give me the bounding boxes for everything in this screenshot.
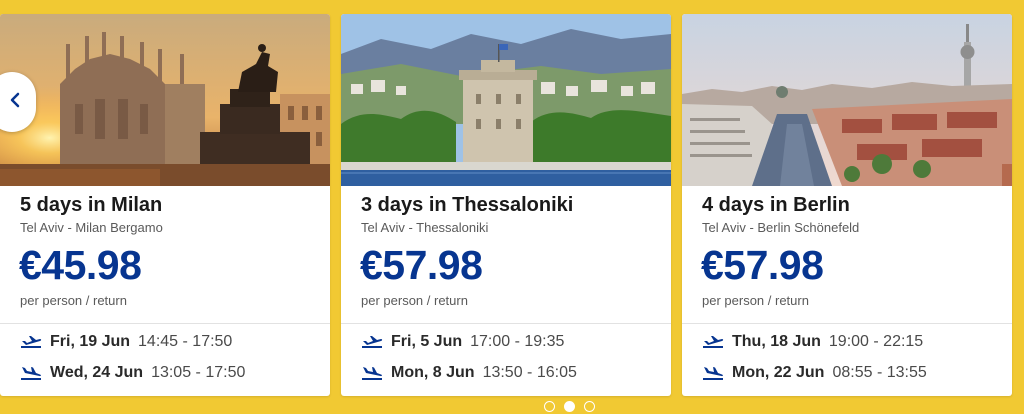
plane-takeoff-icon	[361, 333, 383, 351]
plane-landing-icon	[20, 364, 42, 382]
card-price: €57.98	[360, 242, 483, 288]
thessaloniki-photo	[341, 14, 671, 186]
return-date: Wed, 24 Jun	[50, 364, 144, 381]
outbound-date: Fri, 19 Jun	[50, 333, 131, 350]
chevron-left-icon	[10, 92, 20, 113]
carousel-pagination	[544, 401, 595, 412]
card-route: Tel Aviv - Milan Bergamo	[20, 220, 163, 235]
card-route: Tel Aviv - Berlin Schönefeld	[702, 220, 860, 235]
return-flight: Wed, 24 Jun 13:05 - 17:50	[20, 362, 245, 384]
card-divider	[341, 323, 671, 324]
carousel-prev-button[interactable]	[0, 72, 36, 132]
outbound-date: Thu, 18 Jun	[732, 333, 821, 350]
berlin-photo	[682, 14, 1012, 186]
outbound-time: 19:00 - 22:15	[828, 333, 924, 350]
card-route: Tel Aviv - Thessaloniki	[361, 220, 489, 235]
outbound-time: 17:00 - 19:35	[470, 333, 565, 350]
return-flight: Mon, 8 Jun 13:50 - 16:05	[361, 362, 577, 384]
card-title: 3 days in Thessaloniki	[361, 194, 574, 216]
outbound-date: Fri, 5 Jun	[391, 333, 463, 350]
deal-card-berlin[interactable]: 4 days in Berlin Tel Aviv - Berlin Schön…	[682, 14, 1012, 396]
plane-landing-icon	[361, 364, 383, 382]
return-flight: Mon, 22 Jun 08:55 - 13:55	[702, 362, 927, 384]
plane-takeoff-icon	[20, 333, 42, 351]
pagination-dot[interactable]	[584, 401, 595, 412]
outbound-flight: Fri, 5 Jun 17:00 - 19:35	[361, 331, 564, 353]
card-price-note: per person / return	[361, 293, 468, 308]
return-date: Mon, 8 Jun	[391, 364, 475, 381]
return-time: 13:50 - 16:05	[482, 364, 577, 381]
plane-landing-icon	[702, 364, 724, 382]
card-price-note: per person / return	[702, 293, 809, 308]
pagination-dot[interactable]	[544, 401, 555, 412]
card-price: €57.98	[701, 242, 824, 288]
outbound-flight: Thu, 18 Jun 19:00 - 22:15	[702, 331, 923, 353]
card-price-note: per person / return	[20, 293, 127, 308]
card-price: €45.98	[19, 242, 142, 288]
outbound-flight: Fri, 19 Jun 14:45 - 17:50	[20, 331, 232, 353]
card-divider	[0, 323, 330, 324]
outbound-time: 14:45 - 17:50	[138, 333, 233, 350]
pagination-dot-active[interactable]	[564, 401, 575, 412]
milan-photo	[0, 14, 330, 186]
return-time: 13:05 - 17:50	[151, 364, 246, 381]
return-date: Mon, 22 Jun	[732, 364, 825, 381]
deal-card-thessaloniki[interactable]: 3 days in Thessaloniki Tel Aviv - Thessa…	[341, 14, 671, 396]
plane-takeoff-icon	[702, 333, 724, 351]
card-title: 5 days in Milan	[20, 194, 163, 216]
deal-card-milan[interactable]: 5 days in Milan Tel Aviv - Milan Bergamo…	[0, 14, 330, 396]
return-time: 08:55 - 13:55	[832, 364, 927, 381]
card-divider	[682, 323, 1012, 324]
card-title: 4 days in Berlin	[702, 194, 850, 216]
